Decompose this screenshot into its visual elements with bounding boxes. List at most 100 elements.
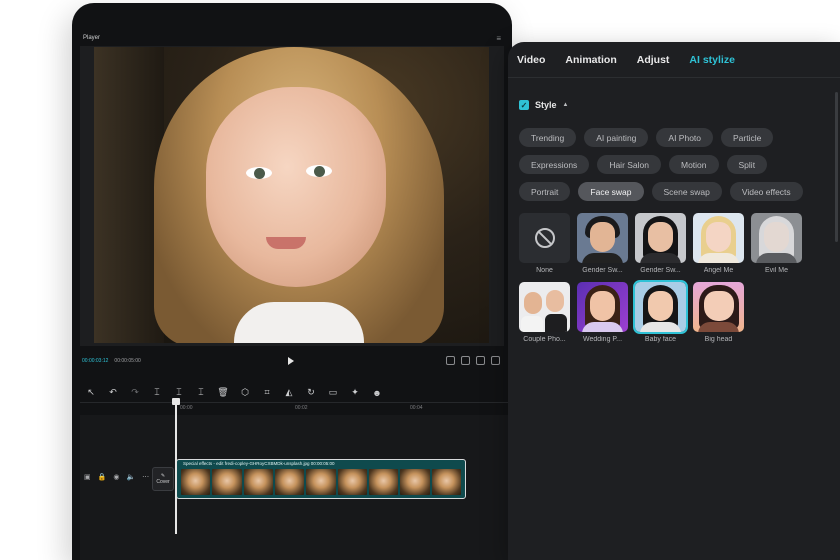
mirror-icon[interactable]: ◭ xyxy=(284,387,294,398)
freeze-icon[interactable]: ▭ xyxy=(328,387,338,398)
effect-thumb xyxy=(633,280,688,334)
effect-thumb xyxy=(519,213,570,263)
time-ruler: 00:00 00:02 00:04 xyxy=(80,403,512,415)
chip-expressions[interactable]: Expressions xyxy=(519,155,590,174)
visibility-icon[interactable]: ◉ xyxy=(113,473,119,481)
style-section-header[interactable]: ✓ Style ▲ xyxy=(519,100,568,110)
effect-couple-photo[interactable]: Couple Pho... xyxy=(519,282,570,343)
chip-split[interactable]: Split xyxy=(726,155,768,174)
effect-thumb xyxy=(519,282,570,332)
clip-frame xyxy=(368,469,399,495)
effect-thumb xyxy=(751,213,802,263)
effect-label: None xyxy=(536,267,553,274)
ruler-label: 00:02 xyxy=(295,405,308,411)
effect-gender-swap-1[interactable]: Gender Sw... xyxy=(577,213,628,274)
ai-person-icon[interactable]: ☻ xyxy=(372,388,382,398)
tab-adjust[interactable]: Adjust xyxy=(637,54,670,66)
cover-label: Cover xyxy=(156,479,170,485)
play-icon[interactable] xyxy=(288,357,294,365)
chip-trending[interactable]: Trending xyxy=(519,128,577,147)
split-left-icon[interactable]: ⌶ xyxy=(174,387,184,398)
undo-icon[interactable]: ↶ xyxy=(108,387,118,398)
category-chips: Trending AI painting AI Photo Particle E… xyxy=(519,128,829,209)
effect-label: Angel Me xyxy=(703,267,734,274)
effect-baby-face[interactable]: Baby face xyxy=(633,280,688,343)
effect-none[interactable]: None xyxy=(519,213,570,274)
timeline-area: ▣ 🔒 ◉ 🔈 ⋯ ✎ Cover Special effects - edit… xyxy=(80,415,512,560)
style-label: Style xyxy=(535,100,557,110)
effect-gender-swap-2[interactable]: Gender Sw... xyxy=(635,213,686,274)
effect-thumb xyxy=(635,213,686,263)
panel-tabs: Video Animation Adjust AI stylize xyxy=(508,42,840,78)
clip-frame xyxy=(181,469,211,495)
effect-label: Baby face xyxy=(644,336,677,343)
effect-big-head[interactable]: Big head xyxy=(693,282,744,343)
effect-thumb xyxy=(693,282,744,332)
chip-portrait[interactable]: Portrait xyxy=(519,182,571,201)
effect-thumb xyxy=(693,213,744,263)
effect-evil-me[interactable]: Evil Me xyxy=(751,213,802,274)
clip-frame xyxy=(212,469,242,495)
quality-icon[interactable] xyxy=(476,356,485,365)
transport-bar: 00:00:03:12 00:00:05:00 xyxy=(80,353,504,369)
magic-icon[interactable]: ✦ xyxy=(350,387,360,398)
effect-thumb xyxy=(577,282,628,332)
audio-icon[interactable]: 🔈 xyxy=(126,473,135,481)
chip-particle[interactable]: Particle xyxy=(721,128,774,147)
effect-wedding-photo[interactable]: Wedding P... xyxy=(577,282,628,343)
player-header: Player ≡ xyxy=(80,30,504,46)
rotate-icon[interactable]: ↻ xyxy=(306,387,316,398)
redo-icon[interactable]: ↷ xyxy=(130,387,140,398)
clip-frame xyxy=(306,469,336,495)
effect-angel-me[interactable]: Angel Me xyxy=(693,213,744,274)
video-clip[interactable]: Special effects - edit fredi-copley-GHRo… xyxy=(176,459,466,499)
none-icon xyxy=(535,228,555,248)
chip-ai-photo[interactable]: AI Photo xyxy=(656,128,714,147)
fit-icon[interactable] xyxy=(461,356,470,365)
clip-frame xyxy=(400,469,430,495)
more-icon[interactable]: ⋯ xyxy=(142,473,149,481)
effect-label: Gender Sw... xyxy=(640,267,681,274)
preview-image xyxy=(94,47,489,343)
ruler-label: 00:00 xyxy=(180,405,193,411)
chip-ai-painting[interactable]: AI painting xyxy=(584,128,649,147)
crop-icon[interactable]: ⌗ xyxy=(262,387,272,398)
clip-frame xyxy=(337,469,367,495)
current-time: 00:00:03:12 xyxy=(82,358,109,364)
chip-video-effects[interactable]: Video effects xyxy=(729,182,803,201)
split-right-icon[interactable]: ⌶ xyxy=(196,387,206,398)
fullscreen-icon[interactable] xyxy=(491,356,500,365)
playhead[interactable] xyxy=(172,398,180,534)
chip-hair-salon[interactable]: Hair Salon xyxy=(597,155,661,174)
effect-label: Gender Sw... xyxy=(582,267,623,274)
select-icon[interactable]: ↖ xyxy=(86,387,96,398)
effect-label: Couple Pho... xyxy=(523,336,566,343)
clip-label: Special effects - edit fredi-copley-GHRo… xyxy=(183,461,335,466)
track-type-icon: ▣ xyxy=(84,474,91,481)
ai-stylize-panel: Video Animation Adjust AI stylize ✓ Styl… xyxy=(508,42,840,560)
effect-label: Evil Me xyxy=(765,267,788,274)
lock-icon[interactable]: 🔒 xyxy=(98,473,107,481)
style-checkbox[interactable]: ✓ xyxy=(519,100,529,110)
chevron-up-icon[interactable]: ▲ xyxy=(563,102,569,108)
delete-icon[interactable]: 🗑 xyxy=(217,387,228,398)
tab-animation[interactable]: Animation xyxy=(565,54,616,66)
mask-icon[interactable]: ⬡ xyxy=(240,387,250,398)
clip-frame xyxy=(243,469,273,495)
player-title: Player xyxy=(83,35,101,41)
total-time: 00:00:05:00 xyxy=(114,358,141,364)
split-icon[interactable]: ⌶ xyxy=(152,387,162,398)
chip-face-swap[interactable]: Face swap xyxy=(578,182,644,201)
player-viewport xyxy=(80,46,504,346)
tab-ai-stylize[interactable]: AI stylize xyxy=(689,54,735,66)
chip-motion[interactable]: Motion xyxy=(669,155,719,174)
editor-device: Player ≡ 00:00:03:12 00:00:05:00 ↖ ↶ ↷ ⌶… xyxy=(72,3,512,560)
tab-video[interactable]: Video xyxy=(517,54,545,66)
panel-scrollbar[interactable] xyxy=(835,92,838,242)
cover-button[interactable]: ✎ Cover xyxy=(152,467,174,491)
chip-scene-swap[interactable]: Scene swap xyxy=(651,182,722,201)
timeline-toolbar: ↖ ↶ ↷ ⌶ ⌶ ⌶ 🗑 ⬡ ⌗ ◭ ↻ ▭ ✦ ☻ xyxy=(80,383,512,403)
effect-thumb xyxy=(577,213,628,263)
menu-icon[interactable]: ≡ xyxy=(496,34,501,43)
ratio-icon[interactable] xyxy=(446,356,455,365)
